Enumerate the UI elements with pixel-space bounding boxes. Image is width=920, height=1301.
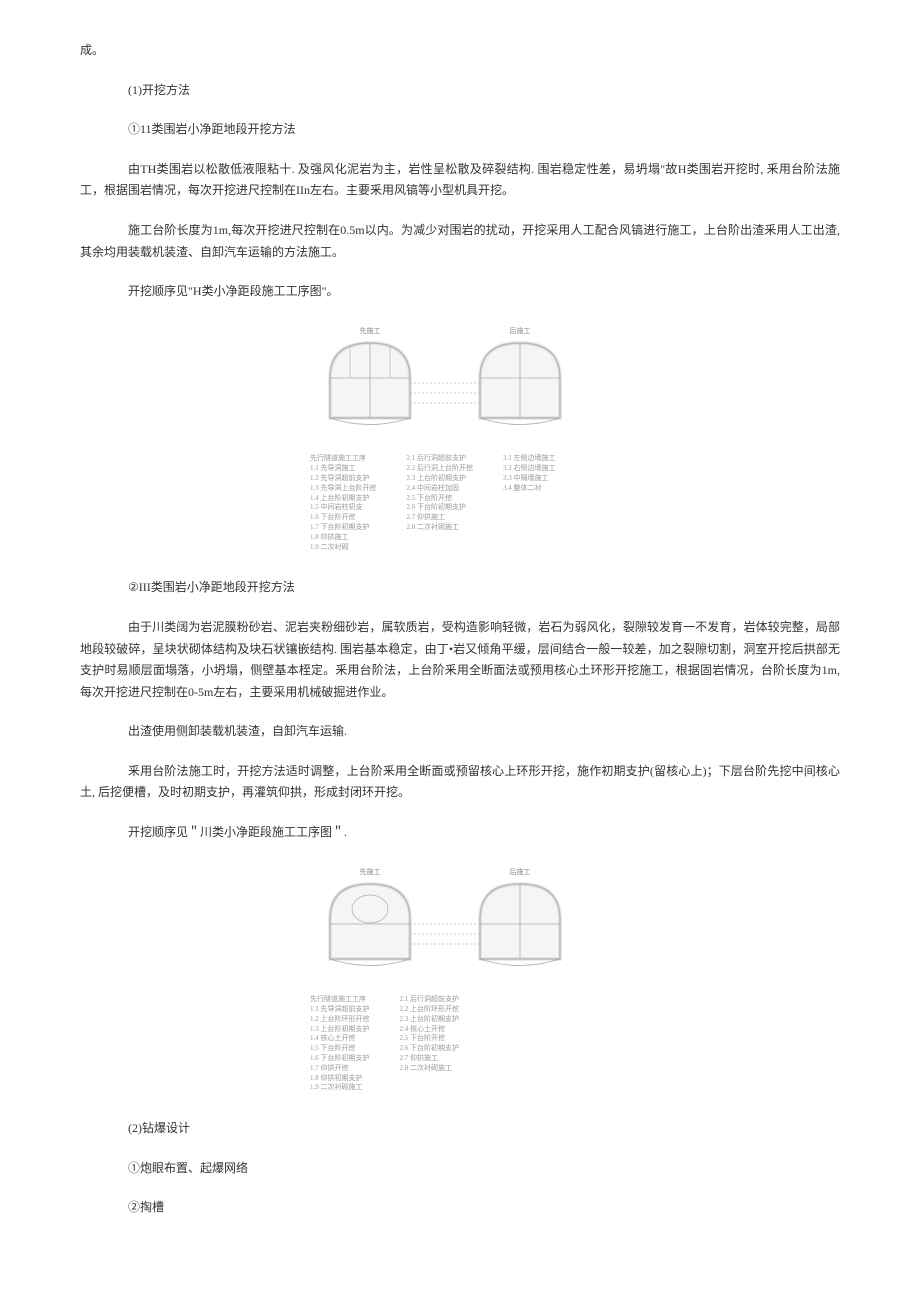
diagram2-label-right: 后施工: [510, 867, 531, 876]
legend-item: 2.4 中间岩柱加固: [407, 484, 474, 494]
diagram-1-container: 先施工 后施工 先行隧道施工工序 1.1 先导洞施工 1.2 先导洞: [80, 323, 840, 553]
legend-item: 1.1 先导洞超前支护: [310, 1005, 370, 1015]
legend-item: 1.3 上台阶初期支护: [310, 1025, 370, 1035]
diagram-1-legend: 先行隧道施工工序 1.1 先导洞施工 1.2 先导洞超前支护 1.3 先导洞上台…: [300, 454, 620, 552]
legend-item: 1.1 先导洞施工: [310, 464, 377, 474]
paragraph-continuation: 成。: [80, 40, 840, 62]
legend-item: 2.2 上台阶环形开挖: [400, 1005, 460, 1015]
legend-item: 1.5 中间岩柱初支: [310, 503, 377, 513]
legend-item: 1.8 仰拱施工: [310, 533, 377, 543]
heading-excavation-method: (1)开挖方法: [80, 80, 840, 102]
paragraph-sequence-ref1: 开挖顺序见"H类小净距段施工工序图"。: [80, 281, 840, 303]
legend-item: 1.2 先导洞超前支护: [310, 474, 377, 484]
legend-item: 2.6 下台阶初期支护: [407, 503, 474, 513]
legend-title: 先行隧道施工工序: [310, 995, 370, 1005]
paragraph-mucking: 出渣使用侧卸装载机装渣，自卸汽车运输.: [80, 721, 840, 743]
legend-item: 2.3 上台阶初期支护: [400, 1015, 460, 1025]
legend-item: 3.1 左侧边墙施工: [503, 454, 556, 464]
legend-item: 2.7 仰拱施工: [400, 1054, 460, 1064]
legend-item: 2.8 二次衬砌施工: [407, 523, 474, 533]
legend2-col-2: 2.1 后行洞超前支护 2.2 上台阶环形开挖 2.3 上台阶初期支护 2.4 …: [400, 995, 460, 1093]
legend-item: 2.6 下台阶初期支护: [400, 1044, 460, 1054]
legend2-col-1: 先行隧道施工工序 1.1 先导洞超前支护 1.2 上台阶环形开挖 1.3 上台阶…: [310, 995, 370, 1093]
legend-item: 2.7 仰拱施工: [407, 513, 474, 523]
legend-item: 1.4 核心土开挖: [310, 1034, 370, 1044]
tunnel-svg-2: 先施工 后施工: [300, 864, 620, 984]
legend-col-3: 3.1 左侧边墙施工 3.2 右侧边墙施工 3.3 中隔墙施工 3.4 整体二衬: [503, 454, 556, 552]
legend-item: 1.7 下台阶初期支护: [310, 523, 377, 533]
diagram-label-left: 先施工: [360, 326, 381, 335]
legend-item: 2.4 核心土开挖: [400, 1025, 460, 1035]
paragraph-step-length: 施工台阶长度为1m,每次开挖进尺控制在0.5m以内。为减少对围岩的扰动，开挖采用…: [80, 220, 840, 263]
legend-item: 2.5 下台阶开挖: [407, 494, 474, 504]
legend-item: 1.8 仰拱初期支护: [310, 1074, 370, 1084]
legend-item: 3.3 中隔墙施工: [503, 474, 556, 484]
legend-item: 2.8 二次衬砌施工: [400, 1064, 460, 1074]
legend-item: 2.1 后行洞超前支护: [400, 995, 460, 1005]
diagram-2-container: 先施工 后施工 先行隧道施工工序 1.1 先导洞超前支护 1.2 上台阶环形开挖: [80, 864, 840, 1094]
legend-col-2: 2.1 后行洞超前支护 2.2 后行洞上台阶开挖 2.3 上台阶初期支护 2.4…: [407, 454, 474, 552]
tunnel-svg-1: 先施工 后施工: [300, 323, 620, 443]
legend-item: 3.2 右侧边墙施工: [503, 464, 556, 474]
legend-item: 1.9 二次衬砌: [310, 543, 377, 553]
legend-item: 1.6 下台阶初期支护: [310, 1054, 370, 1064]
legend-title: 先行隧道施工工序: [310, 454, 377, 464]
legend-item: 1.7 仰拱开挖: [310, 1064, 370, 1074]
paragraph-sequence-ref2: 开挖顺序见＂川类小净距段施工工序图＂.: [80, 822, 840, 844]
paragraph-th-rock: 由TH类围岩以松散低液限粘十. 及强风化泥岩为主，岩性呈松散及碎裂结构. 围岩稳…: [80, 159, 840, 202]
legend-item: 2.2 后行洞上台阶开挖: [407, 464, 474, 474]
tunnel-diagram-1: 先施工 后施工 先行隧道施工工序 1.1 先导洞施工 1.2 先导洞: [300, 323, 620, 553]
legend-col-1: 先行隧道施工工序 1.1 先导洞施工 1.2 先导洞超前支护 1.3 先导洞上台…: [310, 454, 377, 552]
legend-item: 2.5 下台阶开挖: [400, 1034, 460, 1044]
legend-item: 2.3 上台阶初期支护: [407, 474, 474, 484]
diagram-label-right: 后施工: [510, 326, 531, 335]
legend-item: 1.3 先导洞上台阶开挖: [310, 484, 377, 494]
legend-item: 1.5 下台阶开挖: [310, 1044, 370, 1054]
paragraph-chuan-rock: 由于川类阔为岩泥膜粉砂岩、泥岩夹粉细砂岩，属软质岩，受构造影响轻微，岩石为弱风化…: [80, 617, 840, 703]
subheading-class3: ②III类围岩小净距地段开挖方法: [80, 577, 840, 599]
subheading-blast-layout: ①炮眼布置、起爆网络: [80, 1158, 840, 1180]
tunnel-diagram-2: 先施工 后施工 先行隧道施工工序 1.1 先导洞超前支护 1.2 上台阶环形开挖: [300, 864, 620, 1094]
legend-item: 1.6 下台阶开挖: [310, 513, 377, 523]
legend-item: 1.2 上台阶环形开挖: [310, 1015, 370, 1025]
diagram-2-legend: 先行隧道施工工序 1.1 先导洞超前支护 1.2 上台阶环形开挖 1.3 上台阶…: [300, 995, 620, 1093]
legend-item: 2.1 后行洞超前支护: [407, 454, 474, 464]
subheading-class11: ①11类围岩小净距地段开挖方法: [80, 119, 840, 141]
paragraph-step-method: 釆用台阶法施工时，开挖方法适时调整，上台阶釆用全断面或预留核心上环形开挖，施作初…: [80, 761, 840, 804]
diagram2-label-left: 先施工: [360, 867, 381, 876]
legend-item: 3.4 整体二衬: [503, 484, 556, 494]
subheading-cut-hole: ②掏槽: [80, 1197, 840, 1219]
legend-item: 1.4 上台阶初期支护: [310, 494, 377, 504]
legend-item: 1.9 二次衬砌施工: [310, 1083, 370, 1093]
heading-drill-blast: (2)钻爆设计: [80, 1118, 840, 1140]
